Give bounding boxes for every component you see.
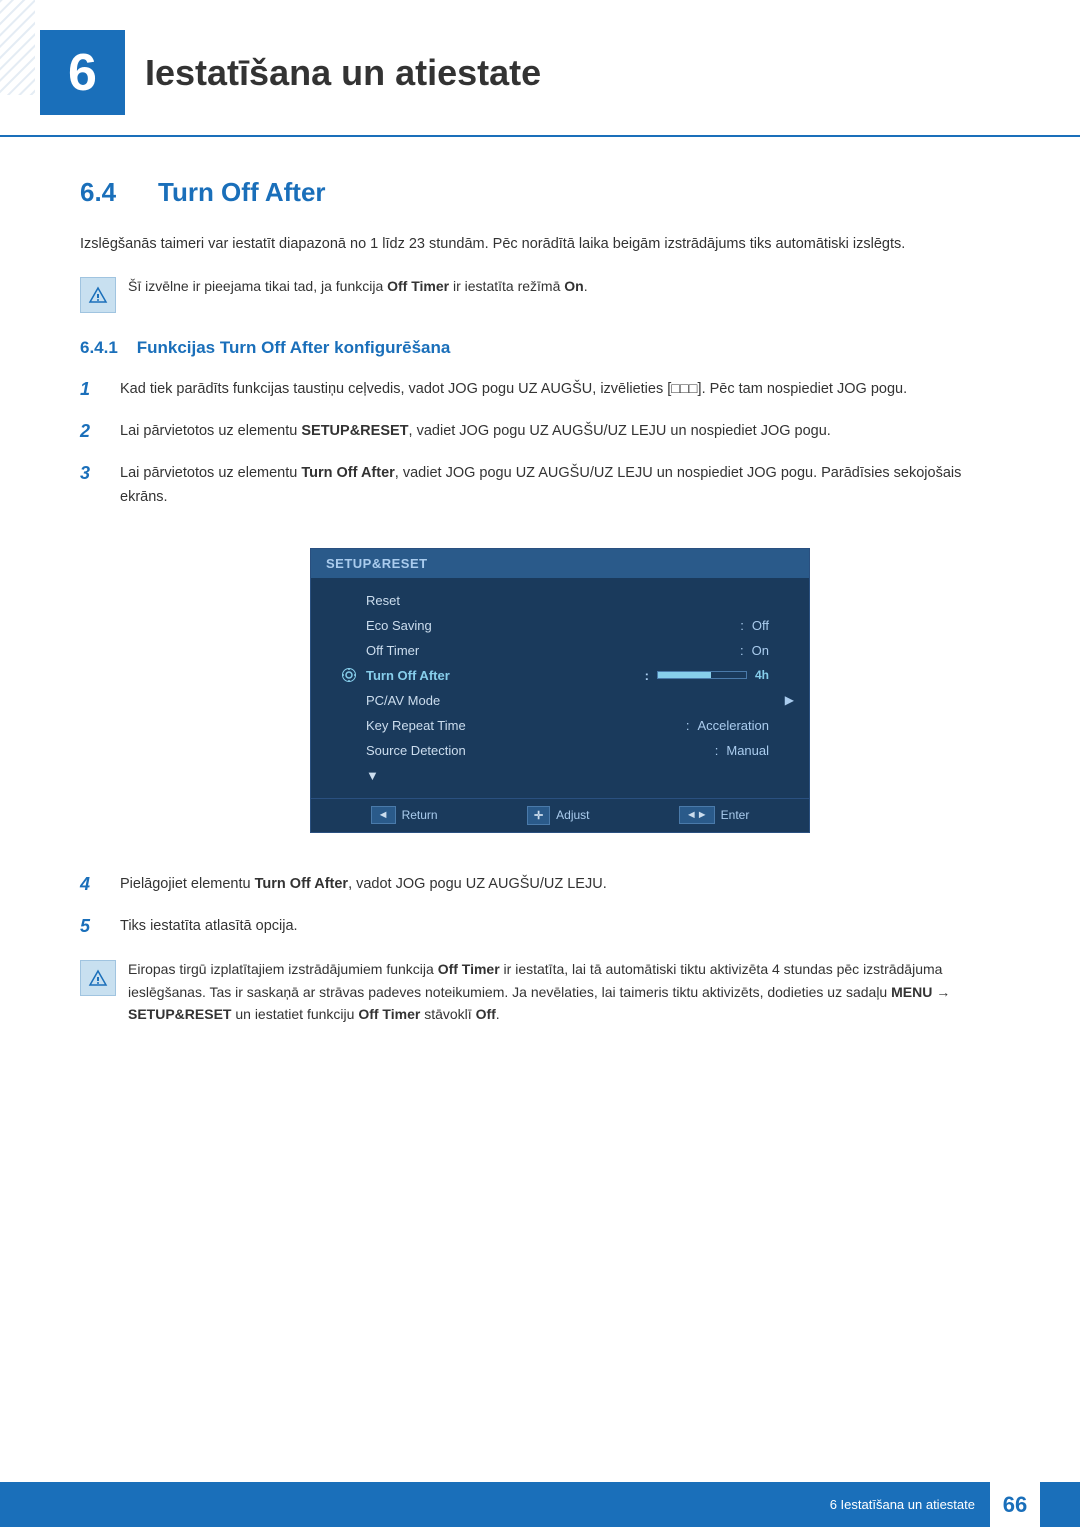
body-paragraph: Izslēgšanās taimeri var iestatīt diapazo…	[80, 233, 1000, 257]
menu-row-offtimer: Off Timer : On	[311, 638, 809, 663]
section-heading: 6.4 Turn Off After	[80, 177, 1000, 208]
menu-footer: ◄ Return ✛ Adjust ◄► Enter	[311, 798, 809, 832]
step-item-4: 4 Pielāgojiet elementu Turn Off After, v…	[80, 873, 1000, 897]
colon-keyrepeat: :	[686, 718, 690, 733]
menu-label-turnoffafter: Turn Off After	[366, 668, 637, 683]
section-number: 6.4	[80, 177, 140, 208]
note-icon-2	[80, 960, 116, 996]
note-icon-1	[80, 277, 116, 313]
menu-body: Reset Eco Saving : Off Off Timer : On	[311, 578, 809, 798]
step-text-1: Kad tiek parādīts funkcijas taustiņu ceļ…	[120, 378, 1000, 402]
steps-list-cont: 4 Pielāgojiet elementu Turn Off After, v…	[80, 873, 1000, 939]
footer-enter: ◄► Enter	[679, 806, 749, 825]
page-footer: 6 Iestatīšana un atiestate 66	[0, 1482, 1080, 1527]
step-text-4: Pielāgojiet elementu Turn Off After, vad…	[120, 873, 1000, 897]
footer-adjust-label: Adjust	[556, 808, 589, 822]
subsection-number: 6.4.1	[80, 338, 118, 357]
menu-label-eco: Eco Saving	[366, 618, 732, 633]
step-item-5: 5 Tiks iestatīta atlasītā opcija.	[80, 915, 1000, 939]
colon-sourcedetect: :	[715, 743, 719, 758]
note-box-2: Eiropas tirgū izplatītajiem izstrādājumi…	[80, 958, 1000, 1025]
menu-label-reset: Reset	[366, 593, 769, 608]
step-item-2: 2 Lai pārvietotos uz elementu SETUP&RESE…	[80, 420, 1000, 444]
menu-screenshot: SETUP&RESET Reset Eco Saving : Off Off T…	[310, 548, 810, 833]
colon-offtimer: :	[740, 643, 744, 658]
step-number-5: 5	[80, 915, 120, 937]
step-text-3: Lai pārvietotos uz elementu Turn Off Aft…	[120, 462, 1000, 510]
menu-value-offtimer: On	[752, 643, 769, 658]
subsection-heading: 6.4.1 Funkcijas Turn Off After konfigurē…	[80, 338, 1000, 358]
footer-return-label: Return	[402, 808, 438, 822]
note-text-1: Šī izvēlne ir pieejama tikai tad, ja fun…	[128, 275, 588, 297]
menu-label-sourcedetect: Source Detection	[366, 743, 707, 758]
step-item-1: 1 Kad tiek parādīts funkcijas taustiņu c…	[80, 378, 1000, 402]
footer-chapter-text: 6 Iestatīšana un atiestate	[830, 1497, 975, 1512]
menu-value-eco: Off	[752, 618, 769, 633]
menu-label-pcav: PC/AV Mode	[366, 693, 769, 708]
menu-value-keyrepeat: Acceleration	[697, 718, 769, 733]
colon-turnoffafter: :	[645, 668, 649, 683]
gear-icon	[341, 667, 357, 683]
menu-title-bar: SETUP&RESET	[311, 549, 809, 578]
menu-row-pcav: PC/AV Mode ▶	[311, 688, 809, 713]
menu-row-turnoffafter: Turn Off After : 4h	[311, 663, 809, 688]
menu-row-keyrepeat: Key Repeat Time : Acceleration	[311, 713, 809, 738]
chapter-header: 6 Iestatīšana un atiestate	[0, 0, 1080, 137]
footer-page-number: 66	[990, 1482, 1040, 1527]
menu-label-keyrepeat: Key Repeat Time	[366, 718, 678, 733]
colon-eco: :	[740, 618, 744, 633]
section-title: Turn Off After	[158, 177, 326, 208]
progress-bar	[657, 671, 747, 679]
menu-row-sourcedetect: Source Detection : Manual	[311, 738, 809, 763]
subsection-title: Funkcijas Turn Off After konfigurēšana	[137, 338, 451, 357]
chapter-title: Iestatīšana un atiestate	[145, 52, 541, 94]
step-number-1: 1	[80, 378, 120, 400]
chapter-number: 6	[68, 43, 97, 103]
menu-row-dots: ▼	[311, 763, 809, 788]
menu-screenshot-container: SETUP&RESET Reset Eco Saving : Off Off T…	[120, 528, 1000, 853]
progress-bar-fill	[658, 672, 711, 678]
step-text-5: Tiks iestatīta atlasītā opcija.	[120, 915, 1000, 939]
footer-adjust: ✛ Adjust	[527, 806, 590, 825]
step-number-3: 3	[80, 462, 120, 484]
enter-btn-icon: ◄►	[679, 806, 715, 824]
corner-decoration	[0, 0, 35, 95]
footer-enter-label: Enter	[721, 808, 750, 822]
footer-return: ◄ Return	[371, 806, 438, 825]
arrow-right-icon: ▶	[785, 693, 794, 707]
chapter-number-block: 6	[40, 30, 125, 115]
step-number-2: 2	[80, 420, 120, 442]
steps-list: 1 Kad tiek parādīts funkcijas taustiņu c…	[80, 378, 1000, 510]
menu-label-dots: ▼	[366, 768, 769, 783]
menu-label-offtimer: Off Timer	[366, 643, 732, 658]
content-area: 6.4 Turn Off After Izslēgšanās taimeri v…	[0, 177, 1080, 1026]
progress-label: 4h	[755, 668, 769, 682]
menu-row-reset: Reset	[311, 588, 809, 613]
progress-bar-container: 4h	[657, 668, 769, 682]
adjust-btn-icon: ✛	[527, 806, 550, 825]
return-btn-icon: ◄	[371, 806, 396, 824]
menu-value-sourcedetect: Manual	[726, 743, 769, 758]
note-box-1: Šī izvēlne ir pieejama tikai tad, ja fun…	[80, 275, 1000, 313]
step-number-4: 4	[80, 873, 120, 895]
menu-row-eco: Eco Saving : Off	[311, 613, 809, 638]
note-text-2: Eiropas tirgū izplatītajiem izstrādājumi…	[128, 958, 1000, 1025]
step-text-2: Lai pārvietotos uz elementu SETUP&RESET,…	[120, 420, 1000, 444]
step-item-3: 3 Lai pārvietotos uz elementu Turn Off A…	[80, 462, 1000, 510]
